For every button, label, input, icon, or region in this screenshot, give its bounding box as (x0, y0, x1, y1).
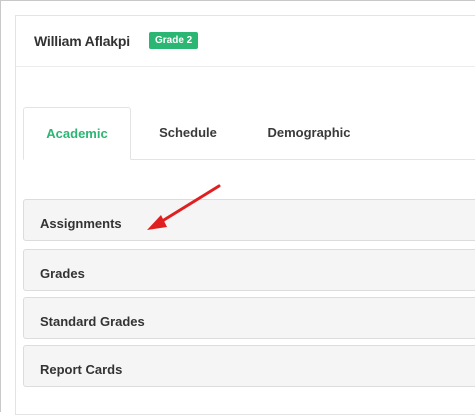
grade-badge: Grade 2 (149, 32, 199, 49)
section-report-cards[interactable]: Report Cards (23, 345, 475, 387)
section-grades[interactable]: Grades (23, 249, 475, 291)
student-header: William Aflakpi Grade 2 (16, 16, 475, 67)
tab-bar: Academic Schedule Demographic (23, 107, 475, 160)
screenshot-frame: William Aflakpi Grade 2 Academic Schedul… (0, 0, 475, 415)
section-label: Assignments (40, 216, 122, 231)
tab-schedule[interactable]: Schedule (155, 107, 221, 159)
section-assignments[interactable]: Assignments (23, 199, 475, 241)
section-label: Grades (40, 266, 85, 281)
section-standard-grades[interactable]: Standard Grades (23, 297, 475, 339)
section-label: Standard Grades (40, 314, 145, 329)
tab-demographic[interactable]: Demographic (259, 107, 359, 159)
tab-academic[interactable]: Academic (23, 107, 131, 160)
student-name: William Aflakpi (34, 33, 130, 49)
section-label: Report Cards (40, 362, 123, 377)
